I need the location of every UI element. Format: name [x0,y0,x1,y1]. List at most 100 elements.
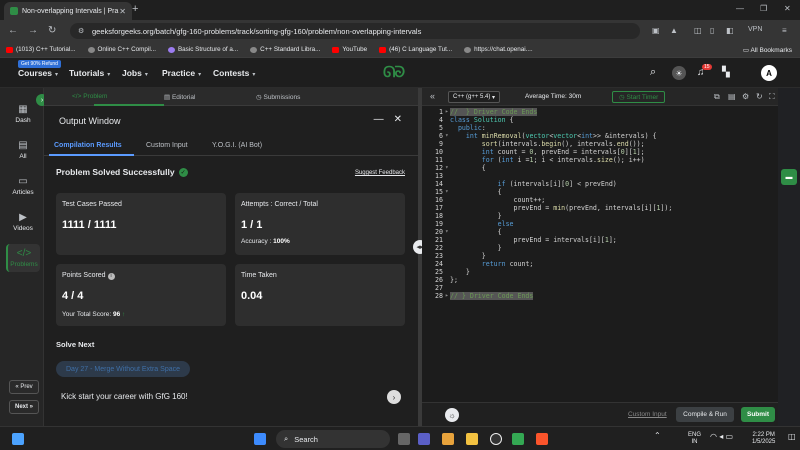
bookmark-item[interactable]: (46) C Language Tut... [379,46,452,53]
app-icon[interactable] [512,433,524,445]
tab-custom-input[interactable]: Custom Input [146,142,188,149]
fold-toggle-icon[interactable]: ▾ [445,228,449,236]
next-button[interactable]: Next » [9,400,39,414]
prev-button[interactable]: « Prev [9,380,39,394]
nav-contests[interactable]: Contests ▾ [213,68,255,78]
bookmark-item[interactable]: C++ Standard Libra... [250,46,320,53]
code-line[interactable]: 19 else [422,220,778,228]
code-line[interactable]: 1 ▸// } Driver Code Ends [422,108,778,116]
language-select[interactable]: C++ (g++ 5.4) ▾ [448,91,501,103]
nav-courses[interactable]: Courses ▾ [18,68,58,78]
code-editor[interactable]: 1 ▸// } Driver Code Ends 4 class Solution {… [422,106,778,402]
sidebar-item-all[interactable]: ▤ All [6,140,40,160]
bookmark-item[interactable]: YouTube [332,46,367,53]
code-line[interactable]: 6 ▾ int minRemoval(vector<vector<int>> &i… [422,132,778,140]
code-line[interactable]: 11 for (int i =1; i < intervals.size(); … [422,156,778,164]
language-indicator[interactable]: ENG IN [688,432,701,446]
forward-icon[interactable]: → [28,25,38,36]
code-line[interactable]: 25 } [422,268,778,276]
fullscreen-icon[interactable]: ⛶ [769,92,775,102]
tab-compilation-results[interactable]: Compilation Results [54,142,122,149]
address-bar[interactable]: ⚙ geeksforgeeks.org/batch/gfg-160-proble… [70,23,640,39]
arrow-right-icon[interactable]: › [387,390,401,404]
code-line[interactable]: 10 int count = 0, prevEnd = intervals[0]… [422,148,778,156]
minimize-icon[interactable]: — [374,114,384,125]
code-line[interactable]: 14 if (intervals[i][0] < prevEnd) [422,180,778,188]
chevron-up-icon[interactable]: ⌃ [654,432,661,440]
tab-submissions[interactable]: ◷ Submissions [256,93,300,101]
vpn-button[interactable]: VPN [748,26,762,33]
brave-browser-icon[interactable] [536,433,548,445]
code-line[interactable]: 17 prevEnd = min(prevEnd, intervals[i][1… [422,204,778,212]
close-window-icon[interactable]: ✕ [784,4,791,13]
browser-tab[interactable]: Non-overlapping Intervals | Pra ✕ [4,2,132,20]
suggest-feedback-link[interactable]: Suggest Feedback [355,170,405,176]
fold-toggle-icon[interactable]: ▸ [445,108,449,116]
start-icon[interactable] [254,433,266,445]
code-line[interactable]: 16 count++; [422,196,778,204]
bookmark-item[interactable]: https://chat.openai.... [464,46,533,53]
bookmark-item[interactable]: Basic Structure of a... [167,46,238,53]
nav-jobs[interactable]: Jobs ▾ [122,68,148,78]
tab-editorial[interactable]: ▤ Editorial [164,93,195,101]
close-icon[interactable]: ✕ [394,114,402,125]
restore-icon[interactable]: ❐ [760,4,767,13]
info-icon[interactable]: i [107,273,115,280]
code-line[interactable]: 21 prevEnd = intervals[i][1]; [422,236,778,244]
document-icon[interactable]: ▤ [728,92,736,101]
fold-toggle-icon[interactable]: ▸ [445,292,449,300]
nav-tutorials[interactable]: Tutorials ▾ [69,68,110,78]
code-line[interactable]: 27 [422,284,778,292]
back-icon[interactable]: ← [8,25,18,36]
github-icon[interactable] [490,433,502,445]
close-tab-icon[interactable]: ✕ [119,7,126,16]
avatar[interactable]: A [761,65,777,81]
custom-input-link[interactable]: Custom Input [628,411,667,418]
task-view-icon[interactable] [398,433,410,445]
sidebar-item-articles[interactable]: ▭ Articles [6,176,40,196]
wifi-icon[interactable]: ◠ ◂ ▭ [710,433,733,441]
clock[interactable]: 2:22 PM 1/5/2025 [752,432,775,446]
submit-button[interactable]: Submit [741,407,775,422]
collapse-icon[interactable]: « [430,91,435,101]
settings-icon[interactable]: ⚙ [742,92,749,101]
file-explorer-icon[interactable] [466,433,478,445]
theme-toggle-icon[interactable]: ☀ [672,66,686,80]
code-line[interactable]: 18 } [422,212,778,220]
new-tab-button[interactable]: + [132,3,138,15]
search-icon[interactable]: ⌕ [650,66,656,79]
all-bookmarks-button[interactable]: ▭ All Bookmarks [743,46,792,54]
copilot-icon[interactable] [442,433,454,445]
start-timer-button[interactable]: ◷ Start Timer [612,91,666,103]
teams-icon[interactable] [418,433,430,445]
code-line[interactable]: 20 ▾ { [422,228,778,236]
gfg-logo[interactable]: ᘏᘐ [383,64,405,81]
chat-icon[interactable]: ▬ [781,169,797,185]
code-line[interactable]: 23 } [422,252,778,260]
code-line[interactable]: 26}; [422,276,778,284]
code-line[interactable]: 13 [422,172,778,180]
cast-icon[interactable]: ▣ [652,26,660,35]
code-line[interactable]: 9 sort(intervals.begin(), intervals.end(… [422,140,778,148]
code-line[interactable]: 22 } [422,244,778,252]
reset-icon[interactable]: ↻ [756,92,763,101]
bookmark-item[interactable]: Online C++ Compil... [87,46,156,53]
sidebar-item-dash[interactable]: ▦ Dash [6,104,40,124]
windows-widgets-icon[interactable] [12,433,24,445]
code-line[interactable]: 12 ▾ { [422,164,778,172]
bookmark-item[interactable]: (1013) C++ Tutorial... [6,46,76,53]
sidebar-item-videos[interactable]: ▶ Videos [6,212,40,232]
extensions-icon[interactable]: ◫ [694,26,702,35]
compile-run-button[interactable]: Compile & Run [676,407,734,422]
fold-toggle-icon[interactable]: ▾ [445,164,449,172]
copy-icon[interactable]: ⧉ [714,92,720,102]
code-line[interactable]: 28 ▸// } Driver Code Ends [422,292,778,300]
refund-badge[interactable]: Get 90% Refund [18,60,61,68]
taskbar-search[interactable]: ⌕ Search [276,430,390,448]
brave-shield-icon[interactable]: ▲ [670,26,678,35]
nav-practice[interactable]: Practice ▾ [162,68,201,78]
fold-toggle-icon[interactable]: ▾ [445,132,449,140]
code-line[interactable]: 15 ▾ { [422,188,778,196]
grid-icon[interactable]: ▚ [722,67,730,78]
sidebar-item-problems[interactable]: </> Problems [6,244,40,272]
